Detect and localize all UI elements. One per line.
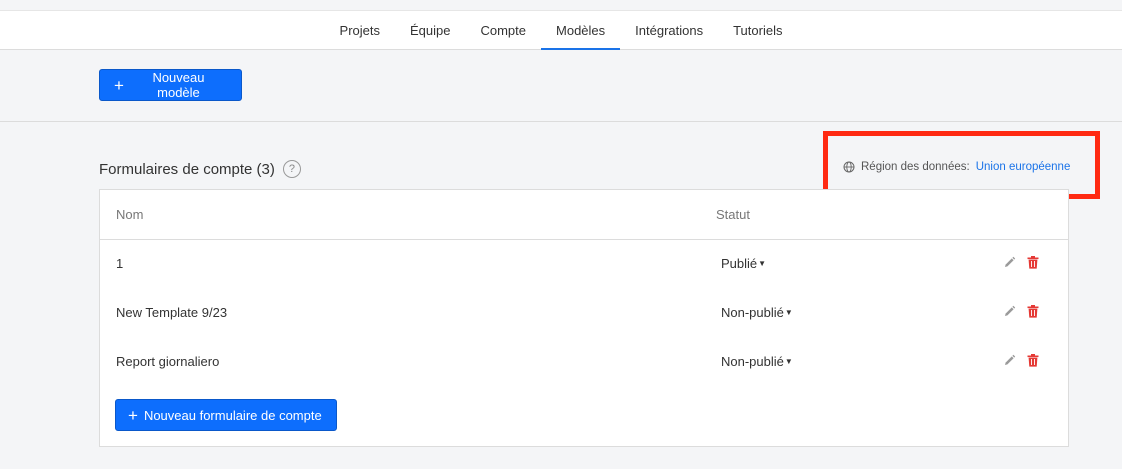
pencil-icon[interactable] <box>1002 303 1016 319</box>
tab-equipe[interactable]: Équipe <box>395 11 465 49</box>
trash-icon[interactable] <box>1026 254 1040 270</box>
caret-down-icon: ▼ <box>784 308 793 317</box>
tab-tutoriels[interactable]: Tutoriels <box>718 11 797 49</box>
status-dropdown[interactable]: Non-publié ▼ <box>721 354 793 369</box>
caret-down-icon: ▼ <box>784 357 793 366</box>
table-header: Nom Statut <box>100 190 1068 240</box>
row-name: 1 <box>116 256 124 271</box>
status-label: Non-publié <box>721 305 784 320</box>
row-actions <box>1002 254 1040 270</box>
forms-table: Nom Statut 1 Publié ▼ New Template 9/23 … <box>99 189 1069 447</box>
tab-modeles[interactable]: Modèles <box>541 11 621 50</box>
table-row: Report giornaliero Non-publié ▼ <box>100 338 1068 387</box>
table-row: New Template 9/23 Non-publié ▼ <box>100 289 1068 338</box>
section-title-text: Formulaires de compte (3) <box>99 160 275 178</box>
plus-icon: + <box>114 75 124 95</box>
new-account-form-button[interactable]: + Nouveau formulaire de compte <box>115 399 337 431</box>
tab-projets[interactable]: Projets <box>325 11 395 49</box>
pencil-icon[interactable] <box>1002 254 1016 270</box>
status-label: Non-publié <box>721 354 784 369</box>
column-header-status: Statut <box>716 207 750 222</box>
help-icon[interactable]: ? <box>282 160 301 178</box>
column-header-name: Nom <box>116 207 144 222</box>
row-name: Report giornaliero <box>116 354 220 369</box>
table-row: 1 Publié ▼ <box>100 240 1068 289</box>
new-model-label: Nouveau modèle <box>152 70 205 100</box>
row-actions <box>1002 352 1040 368</box>
row-actions <box>1002 303 1040 319</box>
tab-integrations[interactable]: Intégrations <box>620 11 718 49</box>
new-account-form-label: Nouveau formulaire de compte <box>143 407 322 423</box>
row-name: New Template 9/23 <box>116 305 228 320</box>
trash-icon[interactable] <box>1026 352 1040 368</box>
status-label: Publié <box>721 256 758 271</box>
tab-compte[interactable]: Compte <box>465 11 541 49</box>
new-model-button[interactable]: + Nouveau modèle <box>99 69 242 101</box>
caret-down-icon: ▼ <box>758 259 767 268</box>
pencil-icon[interactable] <box>1002 352 1016 368</box>
status-dropdown[interactable]: Non-publié ▼ <box>721 305 793 320</box>
trash-icon[interactable] <box>1026 303 1040 319</box>
plus-icon: + <box>128 405 138 425</box>
status-dropdown[interactable]: Publié ▼ <box>721 256 766 271</box>
section-title: Formulaires de compte (3) ? <box>99 160 301 178</box>
top-navigation: Projets Équipe Compte Modèles Intégratio… <box>0 10 1122 50</box>
